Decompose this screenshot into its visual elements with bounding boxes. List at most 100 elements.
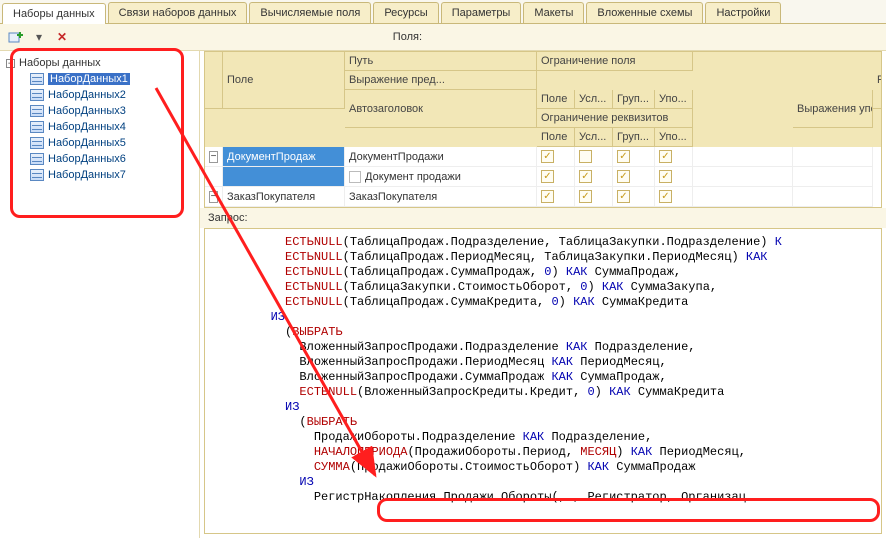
datasets-panel: − Наборы данных НаборДанных1 НаборДанных2… [0, 51, 200, 538]
tab-resources[interactable]: Ресурсы [373, 2, 438, 23]
checkbox[interactable] [579, 150, 592, 163]
tab-links[interactable]: Связи наборов данных [108, 2, 248, 23]
query-label: Запрос: [200, 208, 886, 228]
delete-dataset-button[interactable]: ✕ [52, 28, 72, 46]
col-expander [205, 52, 223, 109]
cell-chk[interactable]: ✓ [613, 147, 655, 167]
tab-bar: Наборы данных Связи наборов данных Вычис… [0, 0, 886, 24]
tree-item-dataset-7[interactable]: НаборДанных7 [26, 167, 195, 183]
tree-item-label: НаборДанных5 [48, 137, 126, 149]
tree-item-label: НаборДанных3 [48, 105, 126, 117]
toolbar: ▾ ✕ Поля: [0, 24, 886, 51]
cell-chk[interactable]: ✓ [655, 167, 693, 187]
col-autocaption[interactable]: Автозаголовок [345, 90, 537, 128]
cell-field[interactable]: ДокументПродаж [223, 147, 345, 167]
field-subrow[interactable]: Документ продажи ✓ ✓ ✓ ✓ [205, 167, 881, 187]
cell-role[interactable] [693, 147, 793, 167]
cell-chk[interactable]: ✓ [613, 167, 655, 187]
tree-item-label: НаборДанных1 [48, 73, 130, 85]
cell-expr[interactable] [793, 187, 873, 207]
cell-chk[interactable]: ✓ [537, 167, 575, 187]
checkbox[interactable]: ✓ [541, 170, 554, 183]
checkbox[interactable]: ✓ [541, 150, 554, 163]
col-restrict-field[interactable]: Ограничение поля [537, 52, 693, 71]
tree-item-label: НаборДанных6 [48, 153, 126, 165]
dataset-icon [30, 89, 44, 101]
cell-caption[interactable]: Документ продажи [345, 167, 537, 187]
col-r1-grup[interactable]: Груп... [613, 90, 655, 109]
checkbox[interactable]: ✓ [659, 150, 672, 163]
cell-path[interactable]: ДокументПродажи [345, 147, 537, 167]
col-r2-pole[interactable]: Поле [537, 128, 575, 147]
tree-root-label: Наборы данных [19, 57, 101, 69]
checkbox[interactable]: ✓ [617, 190, 630, 203]
cell-chk[interactable]: ✓ [575, 167, 613, 187]
col-r1-upo[interactable]: Упо... [655, 90, 693, 109]
dataset-icon [30, 73, 44, 85]
col-r1-pole[interactable]: Поле [537, 90, 575, 109]
dataset-icon [30, 169, 44, 181]
add-dropdown-button[interactable]: ▾ [34, 28, 44, 46]
checkbox[interactable]: ✓ [659, 170, 672, 183]
cell-chk[interactable]: ✓ [537, 147, 575, 167]
add-icon [8, 29, 24, 45]
field-row[interactable]: −ДокументПродажДокументПродажи ✓ ✓ ✓ [205, 147, 881, 167]
col-expr-order[interactable]: Выражения упорядочивания [793, 90, 873, 128]
dataset-icon [30, 105, 44, 117]
checkbox[interactable]: ✓ [579, 190, 592, 203]
col-r1-usl[interactable]: Усл... [575, 90, 613, 109]
tab-params[interactable]: Параметры [441, 2, 522, 23]
tree-item-dataset-5[interactable]: НаборДанных5 [26, 135, 195, 151]
tree-item-dataset-6[interactable]: НаборДанных6 [26, 151, 195, 167]
tree-item-label: НаборДанных7 [48, 169, 126, 181]
checkbox[interactable]: ✓ [579, 170, 592, 183]
cell-chk[interactable]: ✓ [575, 187, 613, 207]
cell-role[interactable] [693, 187, 793, 207]
row-expander[interactable]: − [205, 147, 223, 167]
col-restrict-req[interactable]: Ограничение реквизитов [537, 109, 693, 128]
cell-chk[interactable] [575, 147, 613, 167]
tree-item-dataset-3[interactable]: НаборДанных3 [26, 103, 195, 119]
col-expr[interactable]: Выражение пред... [345, 71, 537, 90]
col-field[interactable]: Поле [223, 52, 345, 109]
dataset-icon [30, 121, 44, 133]
col-r2-grup[interactable]: Груп... [613, 128, 655, 147]
cell-field-sub [223, 167, 345, 187]
cell-expr[interactable] [793, 147, 873, 167]
cell-field[interactable]: ЗаказПокупателя [223, 187, 345, 207]
tree-item-dataset-2[interactable]: НаборДанных2 [26, 87, 195, 103]
cell-chk[interactable]: ✓ [655, 147, 693, 167]
cell-expr [793, 167, 873, 187]
col-r2-upo[interactable]: Упо... [655, 128, 693, 147]
cell-chk[interactable]: ✓ [537, 187, 575, 207]
cell-chk[interactable]: ✓ [613, 187, 655, 207]
col-path[interactable]: Путь [345, 52, 537, 71]
checkbox[interactable]: ✓ [617, 150, 630, 163]
tree-root[interactable]: − Наборы данных [4, 55, 195, 71]
tree-item-label: НаборДанных2 [48, 89, 126, 101]
row-expander[interactable]: − [205, 187, 223, 207]
checkbox[interactable]: ✓ [541, 190, 554, 203]
caption-icon [349, 171, 361, 183]
collapse-icon[interactable]: − [6, 59, 15, 68]
tree-item-label: НаборДанных4 [48, 121, 126, 133]
tree-item-dataset-1[interactable]: НаборДанных1 [26, 71, 195, 87]
tab-calc[interactable]: Вычисляемые поля [249, 2, 371, 23]
checkbox[interactable]: ✓ [617, 170, 630, 183]
fields-table: Поле Путь Ограничение поля Роль Выражени… [204, 51, 882, 208]
cell-chk[interactable]: ✓ [655, 187, 693, 207]
col-r2-usl[interactable]: Усл... [575, 128, 613, 147]
fields-label: Поля: [393, 31, 422, 43]
tab-settings[interactable]: Настройки [705, 2, 781, 23]
query-editor[interactable]: ЕСТЬNULL(ТаблицаПродаж.Подразделение, Та… [204, 228, 882, 534]
dataset-icon [30, 153, 44, 165]
tab-datasets[interactable]: Наборы данных [2, 3, 106, 24]
field-row[interactable]: −ЗаказПокупателяЗаказПокупателя✓✓✓✓ [205, 187, 881, 207]
cell-path[interactable]: ЗаказПокупателя [345, 187, 537, 207]
add-dataset-button[interactable] [6, 28, 26, 46]
tab-layouts[interactable]: Макеты [523, 2, 584, 23]
tree-item-dataset-4[interactable]: НаборДанных4 [26, 119, 195, 135]
col-role[interactable]: Роль [873, 52, 882, 109]
checkbox[interactable]: ✓ [659, 190, 672, 203]
tab-nested[interactable]: Вложенные схемы [586, 2, 703, 23]
